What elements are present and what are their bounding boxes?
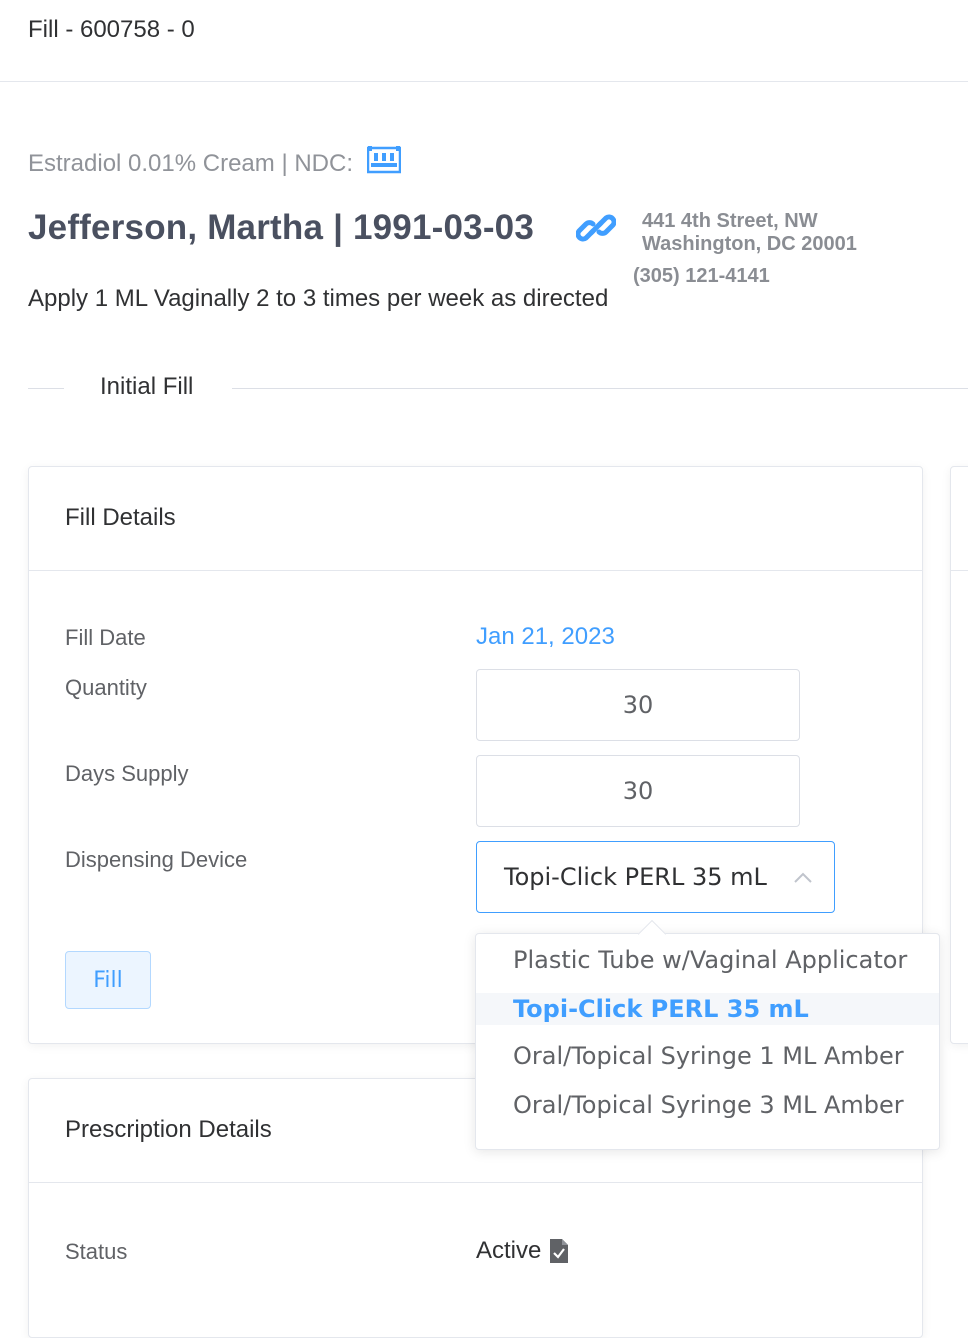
dropdown-option[interactable]: Oral/Topical Syringe 1 ML Amber [476, 1040, 939, 1072]
patient-address: 441 4th Street, NW Washington, DC 20001 [642, 210, 857, 256]
fill-date-label: Fill Date [65, 625, 146, 650]
drug-info: Estradiol 0.01% Cream | NDC: [28, 146, 402, 178]
quantity-input[interactable]: 30 [476, 669, 800, 741]
drug-name-ndc: Estradiol 0.01% Cream | NDC: [28, 150, 354, 177]
fill-date-value[interactable]: Jan 21, 2023 [476, 623, 615, 651]
barcode-icon[interactable] [366, 146, 402, 174]
card-title: Prescription Details [65, 1116, 272, 1143]
quantity-label: Quantity [65, 675, 147, 700]
status-value: Active [476, 1237, 542, 1264]
patient-phone: (305) 121-4141 [633, 265, 770, 287]
chevron-up-icon [794, 872, 812, 883]
dropdown-option[interactable]: Topi-Click PERL 35 mL [476, 993, 939, 1025]
card-header [951, 467, 968, 571]
card-title: Fill Details [65, 504, 176, 531]
link-icon[interactable] [575, 208, 617, 248]
dropdown-option[interactable]: Plastic Tube w/Vaginal Applicator [476, 944, 939, 976]
days-supply-label: Days Supply [65, 761, 189, 786]
patient-name-dob: Jefferson, Martha | 1991-03-03 [28, 208, 535, 247]
dropdown-option[interactable]: Oral/Topical Syringe 3 ML Amber [476, 1089, 939, 1121]
divider-line [232, 388, 968, 389]
side-card [950, 466, 968, 1044]
days-supply-input[interactable]: 30 [476, 755, 800, 827]
dispensing-device-select[interactable]: Topi-Click PERL 35 mL [476, 841, 835, 913]
top-bar: Fill - 600758 - 0 [0, 0, 968, 82]
fill-button[interactable]: Fill [65, 951, 151, 1009]
address-line-1: 441 4th Street, NW [642, 210, 818, 232]
document-check-icon[interactable] [549, 1238, 569, 1264]
status-label: Status [65, 1239, 128, 1264]
prescription-sig: Apply 1 ML Vaginally 2 to 3 times per we… [28, 285, 609, 312]
card-header: Fill Details [29, 467, 922, 571]
section-divider-label: Initial Fill [100, 373, 194, 400]
page-title: Fill - 600758 - 0 [28, 16, 195, 43]
dispensing-device-label: Dispensing Device [65, 847, 248, 872]
dispensing-device-dropdown: Plastic Tube w/Vaginal Applicator Topi-C… [475, 933, 940, 1150]
divider-line [28, 388, 64, 389]
status-value-wrap: Active [476, 1237, 569, 1265]
address-line-2: Washington, DC 20001 [642, 233, 857, 255]
select-value: Topi-Click PERL 35 mL [504, 863, 767, 891]
